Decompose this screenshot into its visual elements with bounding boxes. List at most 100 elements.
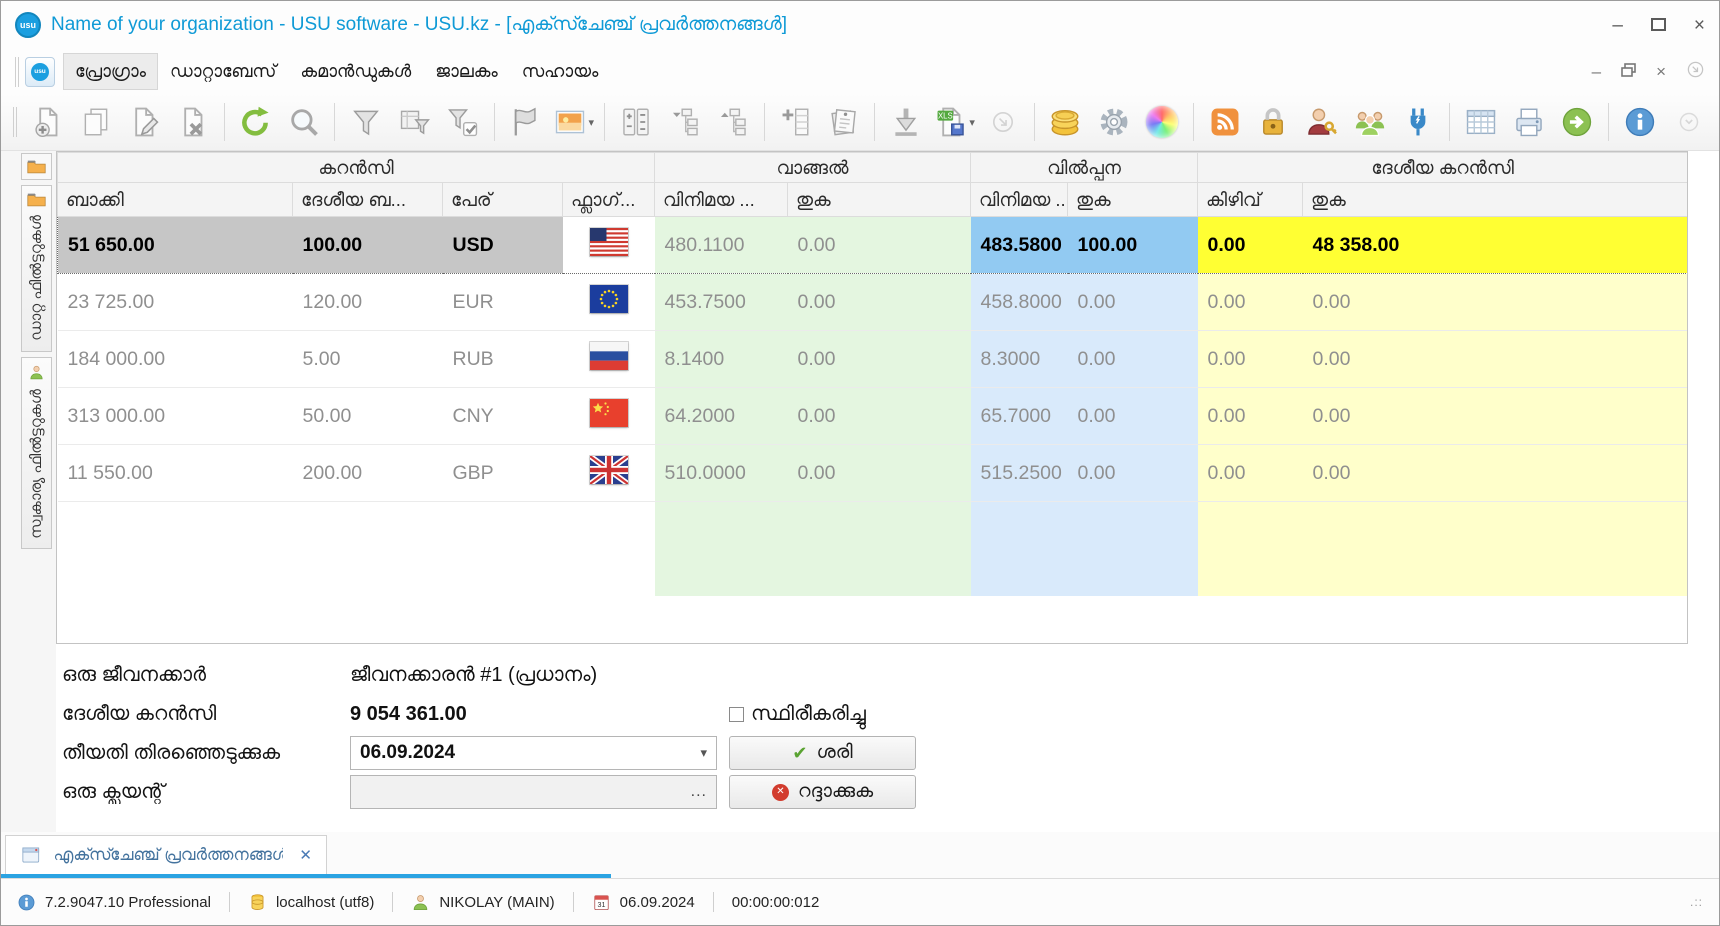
cell-buy-rate[interactable]: 64.2000 <box>655 388 788 445</box>
go-button[interactable] <box>1554 98 1601 146</box>
cell-name[interactable]: EUR <box>443 274 563 331</box>
cell-national-balance[interactable]: 200.00 <box>293 445 443 502</box>
cell-sell-rate[interactable]: 8.3000 <box>971 331 1068 388</box>
cell-buy-amount[interactable]: 0.00 <box>788 445 971 502</box>
column-header[interactable]: തുക <box>1068 183 1198 217</box>
table-row[interactable]: 11 550.00200.00GBP510.00000.00515.25000.… <box>58 445 1688 502</box>
cell-buy-rate[interactable]: 453.7500 <box>655 274 788 331</box>
cell-amount[interactable]: 48 358.00 <box>1303 217 1688 274</box>
cell-balance[interactable]: 23 725.00 <box>58 274 293 331</box>
client-field[interactable]: ... <box>350 775 717 809</box>
tree-collapse-button[interactable] <box>709 98 756 146</box>
coins-button[interactable] <box>1042 98 1089 146</box>
cell-amount[interactable]: 0.00 <box>1303 445 1688 502</box>
mdi-more-icon[interactable] <box>1686 60 1705 84</box>
folder-mini-tab[interactable] <box>21 153 52 180</box>
cell-buy-rate[interactable]: 510.0000 <box>655 445 788 502</box>
chevron-button[interactable] <box>1666 98 1713 146</box>
cell-buy-amount[interactable]: 0.00 <box>788 331 971 388</box>
column-header[interactable]: പേര് <box>443 183 563 217</box>
minimize-button-icon[interactable]: – <box>1612 16 1623 35</box>
ok-button[interactable]: ✔ ശരി <box>729 736 916 770</box>
info-button[interactable] <box>1616 98 1663 146</box>
more-button[interactable] <box>979 98 1026 146</box>
confirmed-checkbox[interactable] <box>729 707 744 722</box>
cell-flag[interactable] <box>563 331 655 388</box>
cell-sell-rate[interactable]: 483.5800 <box>971 217 1068 274</box>
image-button[interactable]: ▾ <box>550 98 597 146</box>
cell-national-balance[interactable]: 5.00 <box>293 331 443 388</box>
usu-menu-icon[interactable]: usu <box>25 57 55 87</box>
column-header[interactable]: തുക <box>788 183 971 217</box>
cell-balance[interactable]: 313 000.00 <box>58 388 293 445</box>
cell-national-balance[interactable]: 100.00 <box>293 217 443 274</box>
cell-flag[interactable] <box>563 388 655 445</box>
mdi-minimize-icon[interactable]: – <box>1592 62 1601 82</box>
cell-balance[interactable]: 11 550.00 <box>58 445 293 502</box>
maximize-button-icon[interactable] <box>1651 16 1666 35</box>
resize-grip-icon[interactable]: .:: <box>1690 895 1703 909</box>
cell-flag[interactable] <box>563 274 655 331</box>
cell-balance[interactable]: 184 000.00 <box>58 331 293 388</box>
flag-button[interactable] <box>502 98 549 146</box>
cell-flag[interactable] <box>563 217 655 274</box>
cell-amount[interactable]: 0.00 <box>1303 331 1688 388</box>
column-header[interactable]: വിനിമയ ... <box>655 183 788 217</box>
close-button-icon[interactable]: × <box>1694 16 1705 35</box>
notes-button[interactable] <box>820 98 867 146</box>
column-header[interactable]: വിനിമയ ... <box>971 183 1068 217</box>
table-row[interactable]: 313 000.0050.00CNY64.20000.0065.70000.00… <box>58 388 1688 445</box>
cell-sell-rate[interactable]: 458.8000 <box>971 274 1068 331</box>
menu-item-5[interactable]: സഹായം <box>511 54 610 89</box>
cell-flag[interactable] <box>563 445 655 502</box>
side-tab-data-filters[interactable]: ഡാറ്റ ഫിൽട്ടറുകൾ <box>21 185 52 352</box>
column-header[interactable]: തുക <box>1303 183 1688 217</box>
cell-sell-amount[interactable]: 100.00 <box>1068 217 1198 274</box>
cell-discount[interactable]: 0.00 <box>1198 331 1303 388</box>
cell-sell-amount[interactable]: 0.00 <box>1068 445 1198 502</box>
filter-check-button[interactable] <box>439 98 486 146</box>
cell-balance[interactable]: 51 650.00 <box>58 217 293 274</box>
cell-name[interactable]: USD <box>443 217 563 274</box>
plug-button[interactable] <box>1395 98 1442 146</box>
column-header[interactable]: ദേശീയ ബ... <box>293 183 443 217</box>
cell-buy-amount[interactable]: 0.00 <box>788 217 971 274</box>
cell-buy-rate[interactable]: 480.1100 <box>655 217 788 274</box>
column-header[interactable]: ബാക്കി <box>58 183 293 217</box>
cell-name[interactable]: CNY <box>443 388 563 445</box>
cell-buy-amount[interactable]: 0.00 <box>788 274 971 331</box>
cell-buy-amount[interactable]: 0.00 <box>788 388 971 445</box>
copy-document-button[interactable] <box>72 98 119 146</box>
cell-name[interactable]: GBP <box>443 445 563 502</box>
cell-discount[interactable]: 0.00 <box>1198 445 1303 502</box>
print-button[interactable] <box>1505 98 1552 146</box>
rss-button[interactable] <box>1201 98 1248 146</box>
gear-button[interactable] <box>1090 98 1137 146</box>
cell-national-balance[interactable]: 120.00 <box>293 274 443 331</box>
cell-discount[interactable]: 0.00 <box>1198 388 1303 445</box>
cell-amount[interactable]: 0.00 <box>1303 274 1688 331</box>
filter-columns-button[interactable] <box>391 98 438 146</box>
export-xls-button[interactable]: XLS▾ <box>931 98 978 146</box>
add-row-button[interactable] <box>772 98 819 146</box>
tab-close-icon[interactable]: ✕ <box>299 846 312 864</box>
filter-button[interactable] <box>342 98 389 146</box>
menu-item-2[interactable]: ഡാറ്റാബേസ് <box>159 54 287 89</box>
cell-discount[interactable]: 0.00 <box>1198 274 1303 331</box>
tab-exchange-operations[interactable]: എക്സ്ചേഞ്ച് പ്രവർത്തനങ്ങൾ ✕ <box>5 835 327 874</box>
cell-sell-rate[interactable]: 65.7000 <box>971 388 1068 445</box>
search-button[interactable] <box>280 98 327 146</box>
menu-item-4[interactable]: ജാലകം <box>424 54 509 89</box>
menu-item-3[interactable]: കമാൻഡുകൾ <box>289 54 422 89</box>
table-grid-button[interactable] <box>1457 98 1504 146</box>
color-wheel-button[interactable] <box>1139 98 1186 146</box>
delete-document-button[interactable] <box>169 98 216 146</box>
new-document-button[interactable] <box>24 98 71 146</box>
cell-discount[interactable]: 0.00 <box>1198 217 1303 274</box>
date-select[interactable]: 06.09.2024 ▾ <box>350 736 717 770</box>
tree-expand-button[interactable] <box>661 98 708 146</box>
menu-item-1[interactable]: പ്രോഗ്രാം <box>64 54 157 89</box>
cell-sell-amount[interactable]: 0.00 <box>1068 388 1198 445</box>
column-header[interactable]: ഫ്ലാഗ്... <box>563 183 655 217</box>
cell-national-balance[interactable]: 50.00 <box>293 388 443 445</box>
